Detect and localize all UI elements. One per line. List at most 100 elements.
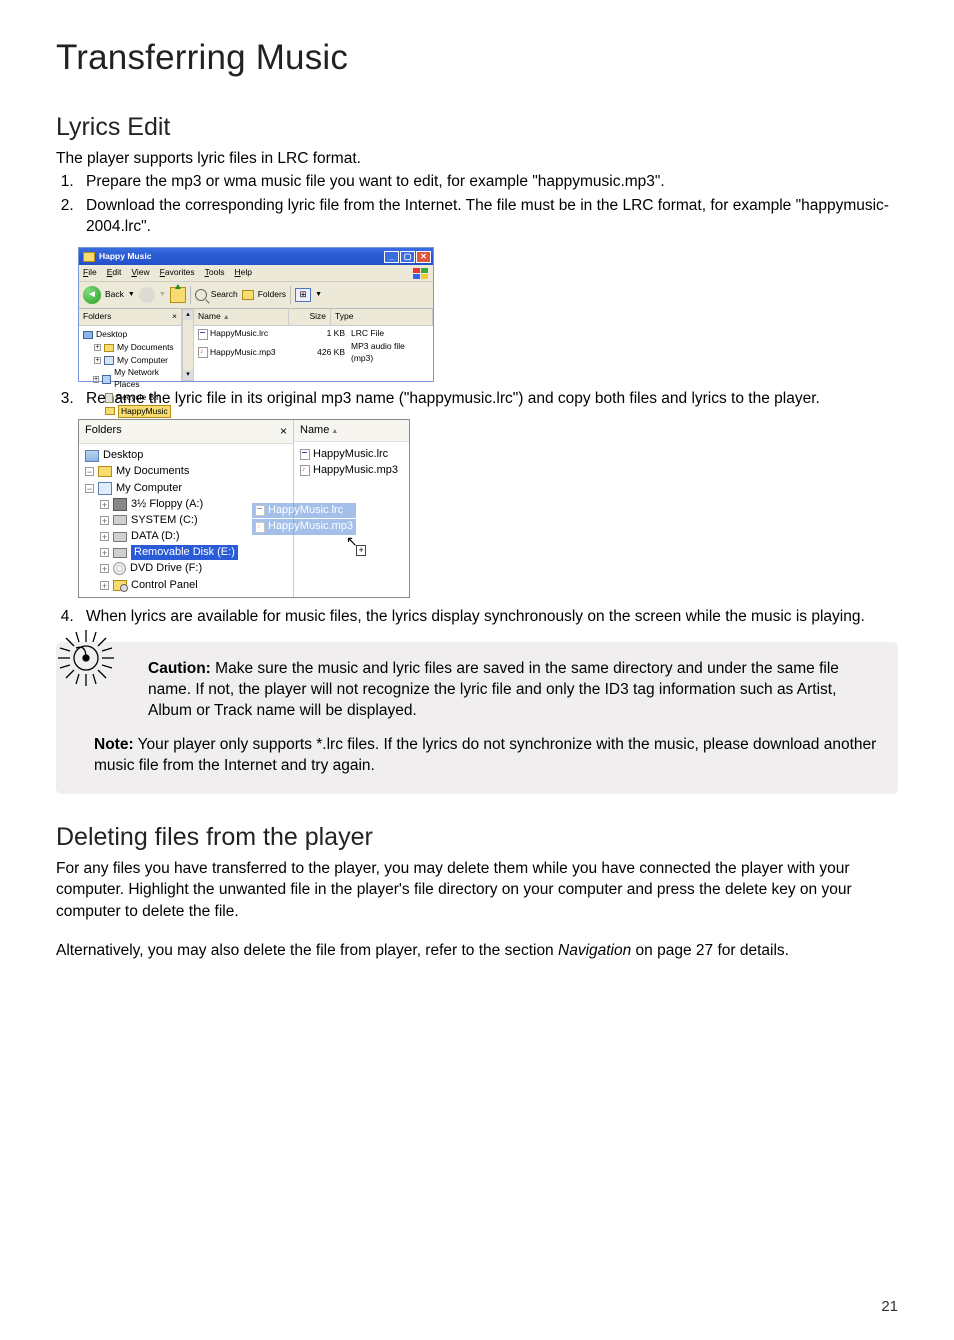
note-box: Caution: Make sure the music and lyric f… [56, 642, 898, 795]
menu-help[interactable]: Help [234, 267, 251, 279]
lyrics-steps-cont2: When lyrics are available for music file… [56, 606, 898, 627]
list-item[interactable]: HappyMusic.mp3 [300, 462, 403, 478]
tree-mycomputer[interactable]: My Computer [116, 481, 182, 496]
tree-dvd-f[interactable]: DVD Drive (F:) [130, 561, 202, 576]
tree-recycle[interactable]: Recycle Bin [116, 392, 161, 404]
folder-icon [83, 252, 95, 262]
file-list: Name▲ Size Type HappyMusic.lrc 1 KB LRC … [194, 309, 433, 381]
tree-mydocs[interactable]: My Documents [117, 342, 174, 354]
section-lyrics-edit: Lyrics Edit [56, 110, 898, 145]
tree-removable-e[interactable]: Removable Disk (E:) [131, 545, 238, 560]
views-button[interactable]: ⊞ [295, 288, 311, 302]
tree-floppy[interactable]: 3½ Floppy (A:) [131, 497, 203, 512]
computer-icon [98, 482, 112, 495]
menu-tools[interactable]: Tools [205, 267, 225, 279]
tree-mycomputer[interactable]: My Computer [117, 355, 168, 367]
column-type[interactable]: Type [331, 309, 433, 326]
file-list: Name▲ HappyMusic.lrc HappyMusic.mp3 Happ… [294, 420, 409, 597]
network-icon [102, 375, 111, 384]
desktop-icon [85, 450, 99, 462]
desktop-icon [83, 331, 93, 339]
removable-drive-icon [113, 548, 127, 558]
forward-button[interactable] [139, 287, 155, 303]
lrc-file-icon [198, 329, 208, 340]
folder-icon [105, 407, 115, 415]
close-button[interactable]: ✕ [416, 251, 431, 263]
menu-favorites[interactable]: Favorites [160, 267, 195, 279]
separator [190, 286, 191, 304]
tree-system-c[interactable]: SYSTEM (C:) [131, 513, 198, 528]
section-deleting-files: Deleting files from the player [56, 820, 898, 855]
expand-icon[interactable]: + [100, 581, 109, 590]
windows-flag-icon [411, 267, 431, 281]
separator [290, 286, 291, 304]
folders-pane-title: Folders [85, 423, 122, 440]
expand-icon[interactable]: + [100, 532, 109, 541]
step-3: Rename the lyric file in its original mp… [78, 388, 898, 409]
menu-edit[interactable]: Edit [107, 267, 122, 279]
tree-mydocs[interactable]: My Documents [116, 464, 189, 479]
delete-paragraph-1: For any files you have transferred to th… [56, 858, 898, 922]
list-item[interactable]: HappyMusic.lrc [300, 446, 403, 462]
caution-sun-icon [52, 624, 120, 692]
back-button[interactable]: ◄ [83, 286, 101, 304]
dvd-drive-icon [113, 562, 126, 575]
page-number: 21 [881, 1297, 898, 1318]
menu-file[interactable]: File [83, 267, 97, 279]
mp3-file-icon [255, 522, 265, 533]
expand-icon[interactable]: + [100, 500, 109, 509]
toolbar: ◄ Back ▼ ▼ Search Folders ⊞ ▼ [79, 282, 433, 309]
folders-label[interactable]: Folders [258, 289, 286, 301]
list-item[interactable]: HappyMusic.lrc 1 KB LRC File [198, 328, 429, 341]
step-4: When lyrics are available for music file… [78, 606, 898, 627]
tree-desktop[interactable]: Desktop [96, 329, 127, 341]
expand-icon[interactable]: + [94, 344, 101, 351]
search-label[interactable]: Search [211, 289, 238, 301]
up-button[interactable] [170, 287, 186, 303]
recycle-bin-icon [105, 393, 113, 403]
tree-happymusic[interactable]: HappyMusic [118, 405, 171, 419]
lrc-file-icon [255, 505, 265, 516]
drag-ghost: HappyMusic.lrc HappyMusic.mp3 [252, 502, 356, 535]
cursor-copy-icon: ↖+ [346, 532, 358, 551]
menu-view[interactable]: View [131, 267, 149, 279]
computer-icon [104, 356, 114, 365]
close-folders-pane[interactable]: × [172, 311, 177, 323]
lrc-file-icon [300, 449, 310, 460]
collapse-icon[interactable]: − [85, 467, 94, 476]
maximize-button[interactable]: ▢ [400, 251, 415, 263]
delete-paragraph-2: Alternatively, you may also delete the f… [56, 940, 898, 961]
tree-desktop[interactable]: Desktop [103, 448, 143, 463]
column-name[interactable]: Name [300, 424, 329, 436]
note-text: Note: Your player only supports *.lrc fi… [94, 734, 878, 777]
explorer-window-happymusic: Happy Music _ ▢ ✕ File Edit View Favorit… [78, 247, 434, 381]
expand-icon[interactable]: + [100, 564, 109, 573]
drive-icon [113, 532, 127, 542]
expand-icon[interactable]: + [100, 548, 109, 557]
window-title: Happy Music [99, 251, 151, 263]
lyrics-steps-cont: Rename the lyric file in its original mp… [56, 388, 898, 409]
mp3-file-icon [198, 347, 208, 358]
explorer-panel-copy: Folders × Desktop − My Documents − My Comp… [78, 419, 410, 598]
tree-data-d[interactable]: DATA (D:) [131, 529, 179, 544]
scrollbar[interactable]: ▴▾ [182, 309, 194, 381]
close-folders-pane[interactable]: × [280, 423, 287, 440]
tree-control-panel[interactable]: Control Panel [131, 578, 198, 593]
drive-icon [113, 515, 127, 525]
step-2: Download the corresponding lyric file fr… [78, 195, 898, 238]
column-name[interactable]: Name [198, 311, 221, 321]
expand-icon[interactable]: + [100, 516, 109, 525]
tree-network[interactable]: My Network Places [114, 367, 177, 390]
list-item[interactable]: HappyMusic.mp3 426 KB MP3 audio file (mp… [198, 340, 429, 364]
control-panel-icon [113, 580, 127, 591]
expand-icon[interactable]: + [94, 357, 101, 364]
column-size[interactable]: Size [289, 309, 331, 326]
folders-icon[interactable] [242, 290, 254, 300]
back-label[interactable]: Back [105, 289, 124, 301]
mp3-file-icon [300, 465, 310, 476]
collapse-icon[interactable]: − [85, 484, 94, 493]
expand-icon[interactable]: + [93, 376, 99, 383]
search-icon[interactable] [195, 289, 207, 301]
minimize-button[interactable]: _ [384, 251, 399, 263]
lyrics-intro: The player supports lyric files in LRC f… [56, 148, 898, 169]
